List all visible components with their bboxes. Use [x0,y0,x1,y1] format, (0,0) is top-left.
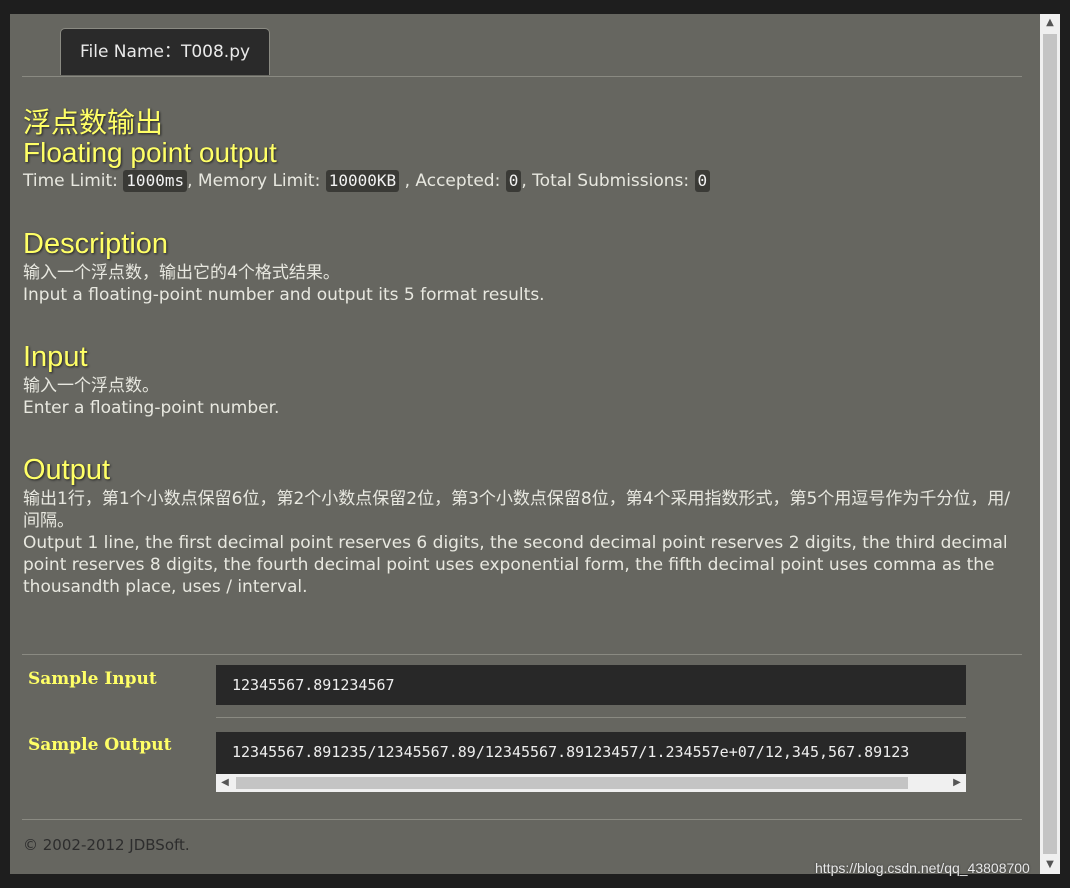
input-text-en: Enter a floating-point number. [23,398,280,418]
output-section: Output 输出1行，第1个小数点保留6位，第2个小数点保留2位，第3个小数点… [23,455,1018,598]
accepted-value: 0 [505,170,522,192]
samples-divider [22,654,1022,655]
description-text-en: Input a floating-point number and output… [23,285,545,305]
memory-limit-value: 10000KB [325,170,400,192]
scroll-up-icon[interactable]: ▲ [1040,14,1060,32]
scroll-left-icon[interactable]: ◀ [216,774,234,792]
description-section: Description 输入一个浮点数，输出它的4个格式结果。 Input a … [23,229,1018,306]
scroll-down-icon[interactable]: ▼ [1040,856,1060,874]
output-heading: Output [23,454,111,486]
description-heading: Description [23,228,169,260]
vertical-scroll-thumb[interactable] [1043,34,1057,854]
problem-content: 浮点数输出 Floating point output Time Limit: … [23,108,1018,598]
window-top-bar [0,0,1070,14]
submissions-value: 0 [694,170,711,192]
sample-inner-divider [216,717,966,718]
footer-divider [22,819,1022,820]
time-limit-value: 1000ms [123,170,188,192]
limits-line: Time Limit: 1000ms, Memory Limit: 10000K… [23,169,1018,193]
footer-copyright: © 2002-2012 JDBSoft. [23,836,190,854]
horizontal-scroll-thumb[interactable] [236,777,908,789]
sample-input-label: Sample Input [28,669,157,689]
time-limit-label: Time Limit: [23,171,118,191]
accepted-label: , Accepted: [404,171,501,191]
input-text-cn: 输入一个浮点数。 [23,376,159,396]
sample-input-box: 12345567.891234567 [216,665,966,705]
problem-title-en: Floating point output [23,137,277,168]
memory-limit-label: , Memory Limit: [187,171,321,191]
tab-file-name[interactable]: File Name：T008.py [60,28,270,75]
description-text-cn: 输入一个浮点数，输出它的4个格式结果。 [23,263,340,283]
output-text-en: Output 1 line, the first decimal point r… [23,533,1008,597]
problem-title-cn: 浮点数输出 [23,107,164,138]
sample-output-box: 12345567.891235/12345567.89/12345567.891… [216,732,966,774]
submissions-label: , Total Submissions: [521,171,690,191]
tab-bar: File Name：T008.py [22,28,1022,77]
input-heading: Input [23,341,88,373]
sample-output-label: Sample Output [28,735,172,755]
page-vertical-scrollbar[interactable]: ▲ ▼ [1040,14,1060,874]
output-text-cn: 输出1行，第1个小数点保留6位，第2个小数点保留2位，第3个小数点保留8位，第4… [23,489,1011,531]
input-section: Input 输入一个浮点数。 Enter a floating-point nu… [23,342,1018,419]
problem-page: File Name：T008.py 浮点数输出 Floating point o… [10,14,1040,874]
sample-output-scrollbar[interactable]: ◀ ▶ [216,774,966,792]
watermark-text: https://blog.csdn.net/qq_43808700 [815,860,1030,876]
scroll-right-icon[interactable]: ▶ [948,774,966,792]
